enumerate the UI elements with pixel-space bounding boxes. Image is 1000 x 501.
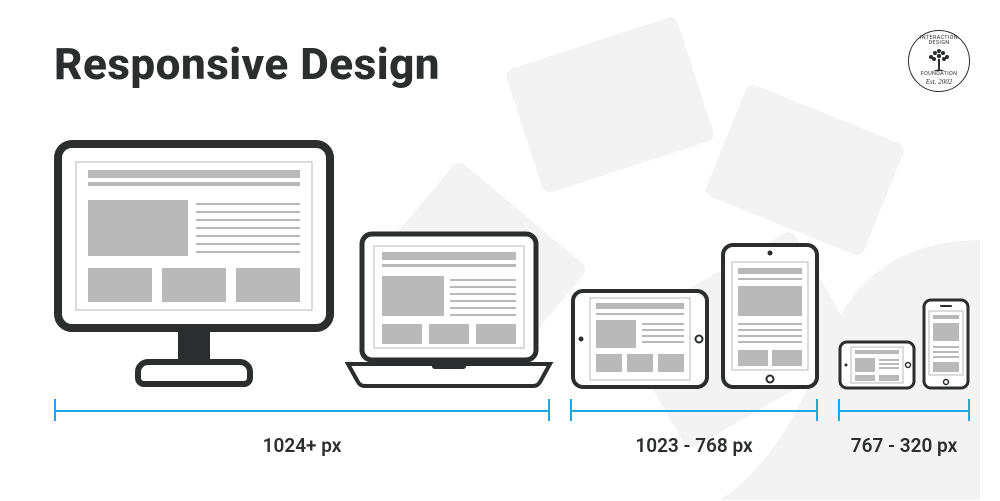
breakpoint-label: 767 - 320 px [838,434,970,457]
devices-row [54,130,970,390]
tree-icon [925,49,953,71]
laptop-icon [344,230,554,390]
phone-landscape-icon [838,340,916,390]
tablet-portrait-icon [720,242,820,390]
page-title: Responsive Design [54,38,440,90]
breakpoint-label: 1024+ px [54,434,550,457]
breakpoint-label: 1023 - 768 px [570,434,818,457]
phone-portrait-icon [922,298,970,390]
tablet-landscape-icon [570,288,710,390]
breakpoint-brackets: 1024+ px 1023 - 768 px 767 - 320 px [54,400,970,470]
brand-logo: INTERACTION DESIGN FOUNDATION Est. 2002 [908,30,970,92]
desktop-icon [54,140,334,390]
